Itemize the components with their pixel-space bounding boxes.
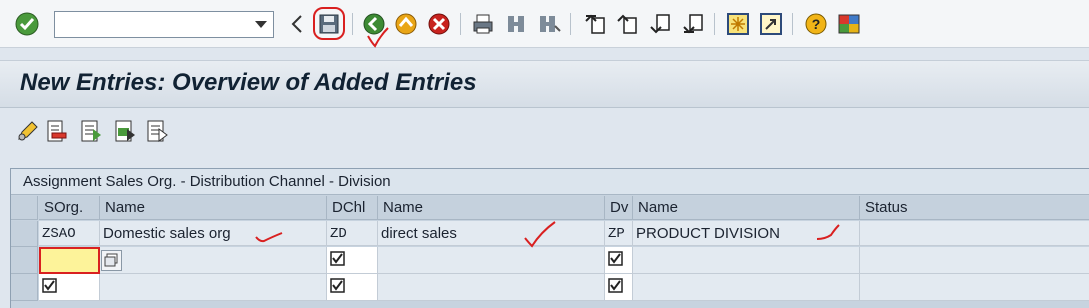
checkbox-icon: [42, 278, 57, 297]
sorg-cell[interactable]: ZSAO: [39, 221, 100, 246]
dchl-cell[interactable]: ZD: [327, 221, 378, 246]
dv-cell[interactable]: ZP: [605, 221, 633, 246]
select-block-icon[interactable]: [113, 119, 137, 143]
back-arrow-icon[interactable]: [284, 11, 310, 37]
command-field[interactable]: [54, 11, 274, 38]
shortcut-icon[interactable]: [758, 11, 784, 37]
system-toolbar: ?: [0, 0, 1089, 48]
exit-icon[interactable]: [393, 11, 419, 37]
deselect-all-icon[interactable]: [145, 119, 169, 143]
cancel-icon[interactable]: [426, 11, 452, 37]
checkbox-icon: [330, 251, 345, 270]
find-icon[interactable]: [503, 11, 529, 37]
last-page-icon[interactable]: [680, 11, 706, 37]
separator: [714, 13, 715, 35]
dchl-name-cell: direct sales: [378, 221, 605, 246]
separator: [460, 13, 461, 35]
checkbox-icon: [330, 278, 345, 297]
first-page-icon[interactable]: [582, 11, 608, 37]
dchl-input[interactable]: [327, 247, 378, 274]
previous-page-icon[interactable]: [614, 11, 640, 37]
status-cell: [860, 247, 1089, 274]
create-session-icon[interactable]: [725, 11, 751, 37]
sorg-name-cell: Domestic sales org: [100, 221, 327, 246]
svg-text:?: ?: [812, 16, 821, 32]
enter-icon[interactable]: [14, 11, 40, 37]
column-header-status[interactable]: Status: [860, 196, 1089, 220]
value-help-button[interactable]: [101, 250, 122, 271]
dv-input[interactable]: [605, 274, 633, 301]
chevron-down-icon[interactable]: [252, 16, 270, 34]
separator: [570, 13, 571, 35]
dv-name-cell: [633, 247, 860, 274]
table-title: Assignment Sales Org. - Distribution Cha…: [23, 173, 391, 190]
next-page-icon[interactable]: [647, 11, 673, 37]
select-all-icon[interactable]: [79, 119, 103, 143]
help-icon[interactable]: ?: [803, 11, 829, 37]
separator: [352, 13, 353, 35]
status-cell: [860, 221, 1089, 246]
status-cell: [860, 274, 1089, 301]
checkbox-icon: [608, 278, 623, 297]
delete-row-icon[interactable]: [44, 119, 68, 143]
change-display-icon[interactable]: [16, 119, 40, 143]
sap-window: { "toolbar": { "command_field_value": ""…: [0, 0, 1089, 308]
sorg-input[interactable]: [39, 247, 100, 274]
column-header-dv-name[interactable]: Name: [633, 196, 860, 220]
row-selector[interactable]: [11, 221, 38, 247]
back-icon[interactable]: [361, 11, 387, 37]
column-header-dv[interactable]: Dv: [605, 196, 633, 220]
customize-layout-icon[interactable]: [836, 11, 862, 37]
sorg-input[interactable]: [39, 274, 100, 301]
checkbox-icon: [608, 251, 623, 270]
dv-input[interactable]: [605, 247, 633, 274]
sorg-name-cell: [100, 247, 327, 274]
sorg-name-cell: [100, 274, 327, 301]
dchl-name-cell: [378, 274, 605, 301]
save-highlight-mark: [313, 7, 345, 40]
dv-name-cell: PRODUCT DIVISION: [633, 221, 860, 246]
print-icon[interactable]: [470, 11, 496, 37]
application-toolbar: [0, 110, 1089, 152]
column-header-sorg-name[interactable]: Name: [100, 196, 327, 220]
separator: [792, 13, 793, 35]
page-title: New Entries: Overview of Added Entries: [20, 69, 477, 96]
find-next-icon[interactable]: [536, 11, 562, 37]
select-all-rows-button[interactable]: [11, 196, 38, 220]
table-control: Assignment Sales Org. - Distribution Cha…: [10, 168, 1089, 308]
column-header-dchl[interactable]: DChl: [327, 196, 378, 220]
row-selector[interactable]: [11, 247, 38, 274]
table-title-bar: Assignment Sales Org. - Distribution Cha…: [11, 169, 1089, 195]
column-header-sorg[interactable]: SOrg.: [39, 196, 100, 220]
dchl-input[interactable]: [327, 274, 378, 301]
title-bar: New Entries: Overview of Added Entries: [0, 60, 1089, 108]
dchl-name-cell: [378, 247, 605, 274]
column-header-dchl-name[interactable]: Name: [378, 196, 605, 220]
row-selector[interactable]: [11, 274, 38, 301]
dv-name-cell: [633, 274, 860, 301]
